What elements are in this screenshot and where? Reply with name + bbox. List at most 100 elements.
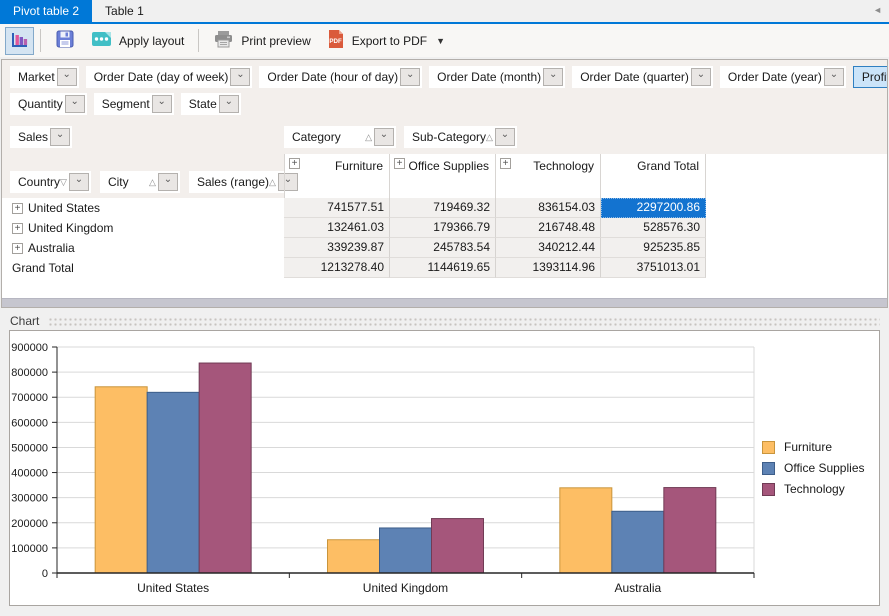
row-fields-area: Country▽⌄ City△⌄ Sales (range)△⌄ xyxy=(2,154,284,198)
save-button[interactable] xyxy=(47,27,83,55)
toolbar-separator xyxy=(40,29,41,52)
bar-office-supplies-united-kingdom xyxy=(380,528,432,573)
dropdown-icon[interactable]: ⌄ xyxy=(152,95,172,113)
dropdown-icon[interactable]: ⌄ xyxy=(65,95,85,113)
dropdown-icon[interactable]: ⌄ xyxy=(691,68,711,86)
filter-field-segment[interactable]: Segment⌄ xyxy=(94,93,174,115)
horizontal-scrollbar[interactable] xyxy=(2,298,887,307)
column-header-office-supplies[interactable]: +Office Supplies xyxy=(390,154,496,198)
dropdown-icon[interactable]: ⌄ xyxy=(543,68,563,86)
filter-field-order-date-hour-of-day[interactable]: Order Date (hour of day)⌄ xyxy=(259,66,422,88)
toggle-chart-button[interactable] xyxy=(5,27,34,55)
dropdown-icon[interactable]: ⌄ xyxy=(824,68,844,86)
filter-row-1: Market⌄ Order Date (day of week)⌄ Order … xyxy=(10,66,879,88)
row-field-city[interactable]: City△⌄ xyxy=(100,171,180,193)
value-cell[interactable]: 3751013.01 xyxy=(601,258,706,278)
row-header-grand-total[interactable]: Grand Total xyxy=(2,258,284,278)
dropdown-icon[interactable]: ⌄ xyxy=(219,95,239,113)
value-cell[interactable]: 179366.79 xyxy=(390,218,496,238)
svg-text:PDF: PDF xyxy=(329,38,342,45)
value-cell[interactable]: 339239.87 xyxy=(284,238,390,258)
expand-icon[interactable]: + xyxy=(500,158,511,169)
field-label: Category xyxy=(292,130,341,144)
filter-field-order-date-year[interactable]: Order Date (year)⌄ xyxy=(720,66,846,88)
bar-office-supplies-united-states xyxy=(147,392,199,573)
table-row: +Australia339239.87245783.54340212.44925… xyxy=(2,238,887,258)
dropdown-icon[interactable]: ⌄ xyxy=(69,173,89,191)
legend-swatch xyxy=(762,441,775,454)
value-cell[interactable]: 132461.03 xyxy=(284,218,390,238)
filter-field-order-date-day-of-week[interactable]: Order Date (day of week)⌄ xyxy=(86,66,253,88)
value-cell[interactable]: 340212.44 xyxy=(496,238,601,258)
tab-scroll-left-icon[interactable]: ◄ xyxy=(873,6,882,15)
print-preview-button[interactable]: Print preview xyxy=(205,27,318,55)
field-label: Sub-Category xyxy=(412,130,486,144)
sort-descending-icon: ▽ xyxy=(60,177,67,188)
value-cell[interactable]: 1144619.65 xyxy=(390,258,496,278)
pdf-icon: PDF xyxy=(327,29,345,52)
row-field-country[interactable]: Country▽⌄ xyxy=(10,171,91,193)
filter-field-quantity[interactable]: Quantity⌄ xyxy=(10,93,87,115)
dropdown-icon[interactable]: ⌄ xyxy=(50,128,70,146)
dropdown-icon[interactable]: ⌄ xyxy=(230,68,250,86)
x-axis-label: United States xyxy=(137,581,209,595)
legend-swatch xyxy=(762,462,775,475)
value-cell[interactable]: 245783.54 xyxy=(390,238,496,258)
field-label: Order Date (hour of day) xyxy=(267,70,398,84)
chevron-down-icon: ▼ xyxy=(436,36,445,46)
field-label: Profit xyxy=(862,70,888,84)
field-label: Segment xyxy=(102,97,150,111)
field-label: Market xyxy=(18,70,55,84)
legend-label: Technology xyxy=(784,482,845,496)
column-field-category[interactable]: Category △⌄ xyxy=(284,126,396,148)
data-field-sales[interactable]: Sales⌄ xyxy=(10,126,72,148)
value-cell[interactable]: 528576.30 xyxy=(601,218,706,238)
fields-row: Sales⌄ Category△⌄ Sub-Category△⌄ xyxy=(10,126,879,150)
value-cell[interactable]: 836154.03 xyxy=(496,198,601,218)
dropdown-icon[interactable]: ⌄ xyxy=(57,68,77,86)
value-cell[interactable]: 1213278.40 xyxy=(284,258,390,278)
x-axis-label: Australia xyxy=(614,581,661,595)
filter-field-order-date-month[interactable]: Order Date (month)⌄ xyxy=(429,66,565,88)
export-pdf-button[interactable]: PDF Export to PDF ▼ xyxy=(319,27,453,55)
bar-technology-united-states xyxy=(199,363,251,573)
selected-value-cell[interactable]: 2297200.86 xyxy=(601,198,706,218)
row-header-australia[interactable]: +Australia xyxy=(2,238,284,258)
expand-icon[interactable]: + xyxy=(12,243,23,254)
row-header-label: Grand Total xyxy=(12,261,74,275)
value-cell[interactable]: 216748.48 xyxy=(496,218,601,238)
splitter-grip[interactable] xyxy=(48,317,880,326)
dropdown-icon[interactable]: ⌄ xyxy=(495,128,515,146)
grid-header: Country▽⌄ City△⌄ Sales (range)△⌄ +Furnit… xyxy=(2,154,887,198)
dropdown-icon[interactable]: ⌄ xyxy=(400,68,420,86)
expand-icon[interactable]: + xyxy=(12,203,23,214)
filter-field-state[interactable]: State⌄ xyxy=(181,93,241,115)
y-tick-label: 500000 xyxy=(11,442,48,454)
column-field-sub-category[interactable]: Sub-Category△⌄ xyxy=(404,126,517,148)
dropdown-icon[interactable]: ⌄ xyxy=(374,128,394,146)
dropdown-icon[interactable]: ⌄ xyxy=(158,173,178,191)
chart-caption: Chart xyxy=(10,314,39,328)
expand-icon[interactable]: + xyxy=(12,223,23,234)
sort-ascending-icon: △ xyxy=(365,132,372,143)
row-header-label: United States xyxy=(28,201,100,215)
field-label: State xyxy=(189,97,217,111)
column-header-furniture[interactable]: +Furniture xyxy=(284,154,390,198)
row-header-united-states[interactable]: + United States xyxy=(2,198,284,218)
value-cell[interactable]: 925235.85 xyxy=(601,238,706,258)
value-cell[interactable]: 1393114.96 xyxy=(496,258,601,278)
filter-field-market[interactable]: Market⌄ xyxy=(10,66,79,88)
filter-field-order-date-quarter[interactable]: Order Date (quarter)⌄ xyxy=(572,66,713,88)
tab-table-1[interactable]: Table 1 xyxy=(92,0,157,22)
apply-layout-button[interactable]: Apply layout xyxy=(83,27,192,55)
expand-icon[interactable]: + xyxy=(289,158,300,169)
column-header-grand-total[interactable]: Grand Total xyxy=(601,154,706,198)
column-header-technology[interactable]: +Technology xyxy=(496,154,601,198)
field-label: Sales xyxy=(18,130,48,144)
row-header-united-kingdom[interactable]: +United Kingdom xyxy=(2,218,284,238)
value-cell[interactable]: 719469.32 xyxy=(390,198,496,218)
filter-field-profit[interactable]: Profit⌄ xyxy=(853,66,888,88)
expand-icon[interactable]: + xyxy=(394,158,405,169)
tab-pivot-table-2[interactable]: Pivot table 2 xyxy=(0,0,92,22)
value-cell[interactable]: 741577.51 xyxy=(284,198,390,218)
